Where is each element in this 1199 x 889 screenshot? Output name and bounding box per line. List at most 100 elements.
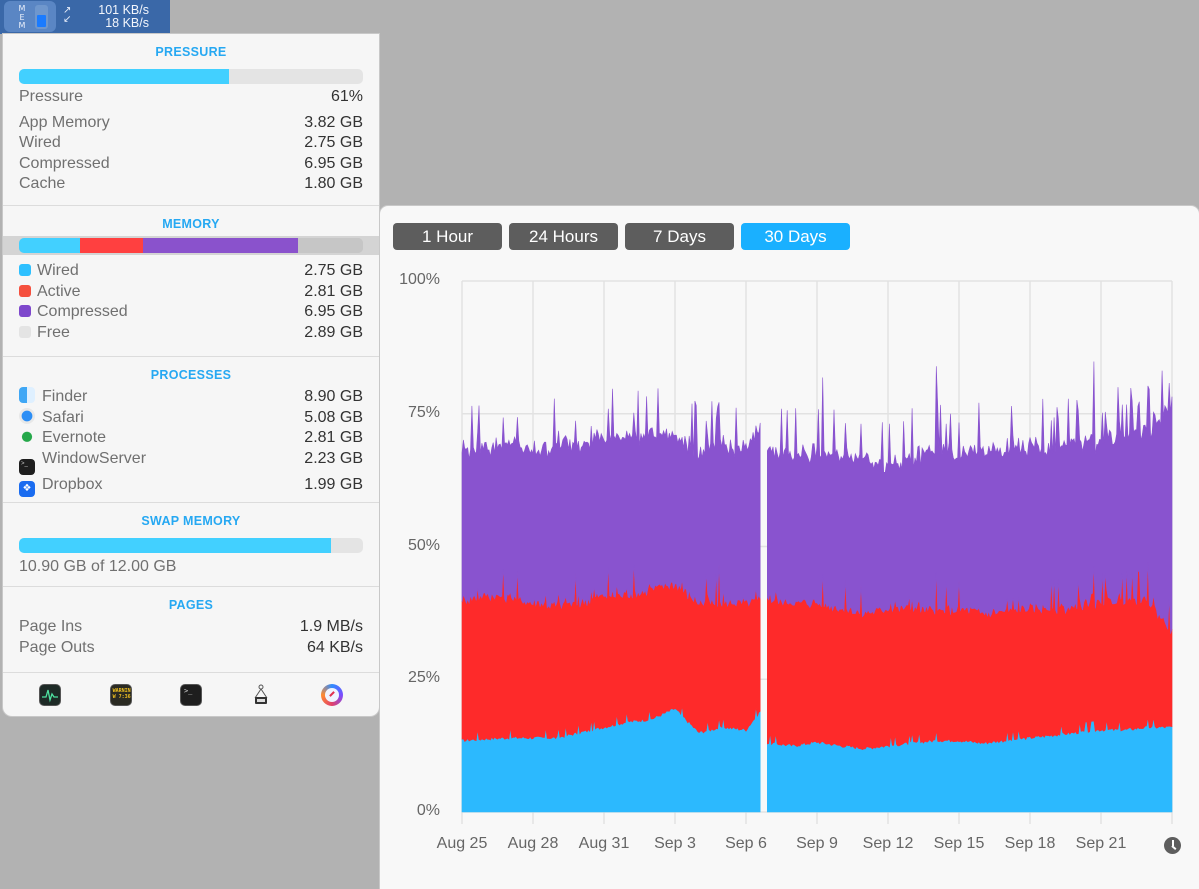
network-arrows-icon: ↗ ↙	[63, 5, 72, 25]
download-rate: 18 KB/s	[105, 15, 149, 30]
memory-dropdown-panel: PRESSURE Pressure 61% App Memory 3.82 GB W…	[3, 34, 379, 716]
clock-icon[interactable]	[1164, 837, 1181, 854]
pressure-detail-row: App Memory 3.82 GB	[19, 113, 363, 134]
y-tick-label: 75%	[407, 403, 440, 421]
pages-page-ins-row: Page Ins 1.9 MB/s	[19, 617, 363, 638]
x-tick-label: Aug 31	[578, 835, 630, 852]
memory-wired-value: 2.75 GB	[304, 262, 363, 279]
pressure-detail-label-text: Cache	[19, 175, 66, 192]
memory-title: MEMORY	[162, 217, 220, 231]
processes-title: PROCESSES	[150, 368, 232, 382]
memory-free-value: 2.89 GB	[304, 323, 363, 341]
process-dropbox-label: ❖ Dropbox	[19, 475, 102, 497]
pages-page-outs-row: Page Outs 64 KB/s	[19, 638, 363, 659]
istat-menus-icon[interactable]	[320, 684, 343, 706]
pages-page-outs-label-text: Page Outs	[19, 638, 95, 656]
process-windowserver-label-text: WindowServer	[42, 449, 147, 467]
pressure-label: Pressure	[19, 88, 84, 105]
x-tick-label: Sep 9	[796, 835, 838, 852]
pressure-bar	[19, 69, 363, 84]
activity-monitor-icon[interactable]	[39, 684, 62, 706]
legend-swatch-free	[19, 325, 31, 338]
process-safari-label-text: Safari	[42, 408, 84, 426]
pressure-value: 61%	[330, 88, 363, 105]
process-evernote-label-text: Evernote	[42, 429, 107, 446]
memory-free-label: Free	[19, 323, 70, 344]
process-windowserver-label: >_ WindowServer	[19, 449, 146, 475]
x-tick-label: Sep 18	[1004, 835, 1056, 852]
x-tick-label: Sep 21	[1075, 835, 1127, 852]
pages-page-ins-label: Page Ins	[19, 617, 82, 638]
pages-page-ins-value: 1.9 MB/s	[299, 618, 363, 635]
process-finder-row[interactable]: Finder 8.90 GB	[19, 387, 363, 408]
memory-compressed-row: Compressed 6.95 GB	[19, 302, 363, 323]
system-information-icon[interactable]	[250, 684, 272, 706]
process-dropbox-label-text: Dropbox	[42, 475, 103, 493]
memory-gauge	[35, 5, 48, 29]
y-tick-label: 100%	[399, 271, 440, 288]
memory-active-value: 2.81 GB	[304, 282, 363, 300]
finder-icon	[19, 387, 35, 403]
terminal-icon[interactable]: >_	[179, 684, 202, 706]
pressure-detail-label-text: Wired	[19, 134, 61, 151]
memory-bar-wrap	[3, 236, 379, 255]
memory-compressed-label-text: Compressed	[37, 303, 128, 320]
pressure-detail-label: Cache	[19, 174, 65, 195]
swap-bar-fill	[19, 538, 332, 553]
memory-free-label-text: Free	[37, 323, 70, 341]
mem-label: MEM	[18, 4, 26, 30]
y-tick-label: 0%	[416, 802, 440, 819]
pages-page-ins-label-text: Page Ins	[19, 618, 83, 635]
process-finder-label-text: Finder	[42, 388, 88, 405]
memory-gauge-fill	[37, 14, 46, 27]
pressure-detail-label: App Memory	[19, 113, 110, 134]
memory-compressed-value: 6.95 GB	[304, 303, 363, 320]
memory-history-chart	[461, 280, 1173, 824]
x-tick-label: Sep 6	[725, 835, 767, 852]
pressure-detail-value: 1.80 GB	[304, 175, 363, 192]
memory-menu-extra[interactable]: MEM	[4, 1, 56, 32]
memory-active-row: Active 2.81 GB	[19, 282, 363, 303]
pressure-detail-row: Wired 2.75 GB	[19, 133, 363, 154]
upload-rate: 101 KB/s	[98, 3, 149, 17]
console-icon[interactable]: WARNIN W 7:36	[109, 684, 132, 706]
legend-swatch-wired	[19, 264, 31, 276]
process-dropbox-value: 1.99 GB	[304, 475, 363, 493]
swap-usage-row: 10.90 GB of 12.00 GB	[19, 557, 363, 578]
pressure-section: PRESSURE Pressure 61% App Memory 3.82 GB W…	[3, 34, 379, 206]
process-finder-value: 8.90 GB	[304, 388, 363, 405]
area-compressed-part-1	[461, 388, 761, 610]
memory-section: MEMORY Wired 2.75 GB Active 2.81 GB Compress…	[3, 206, 379, 357]
pages-title: PAGES	[168, 598, 214, 612]
process-safari-value: 5.08 GB	[304, 408, 363, 426]
process-evernote-row[interactable]: Evernote 2.81 GB	[19, 428, 363, 449]
pages-section: PAGES Page Ins 1.9 MB/s Page Outs 64 KB/s	[3, 587, 379, 673]
pressure-detail-label-text: Compressed	[19, 154, 110, 172]
pressure-detail-value: 6.95 GB	[304, 154, 363, 172]
swap-usage-text: 10.90 GB of 12.00 GB	[19, 558, 177, 575]
memory-bar-segment-wired	[19, 238, 81, 253]
x-tick-label: Aug 25	[436, 835, 488, 852]
network-rates[interactable]: 101 KB/s 18 KB/s	[98, 4, 149, 29]
pressure-detail-value: 2.75 GB	[304, 134, 363, 151]
memory-free-row: Free 2.89 GB	[19, 323, 363, 344]
memory-bar-segment-active	[80, 238, 144, 253]
memory-active-label-text: Active	[37, 282, 81, 300]
pressure-title: PRESSURE	[155, 45, 227, 59]
x-tick-label: Sep 12	[862, 835, 914, 852]
pressure-detail-label-text: App Memory	[19, 113, 110, 131]
process-dropbox-row[interactable]: ❖ Dropbox 1.99 GB	[19, 475, 363, 497]
swap-section: SWAP MEMORY 10.90 GB of 12.00 GB	[3, 503, 379, 587]
process-safari-row[interactable]: Safari 5.08 GB	[19, 407, 363, 429]
memory-wired-label-text: Wired	[37, 262, 79, 279]
terminal-icon: >_	[19, 458, 35, 475]
memory-bar-segment-compressed	[143, 238, 299, 253]
process-windowserver-row[interactable]: >_ WindowServer 2.23 GB	[19, 449, 363, 475]
process-windowserver-value: 2.23 GB	[304, 449, 363, 467]
y-tick-label: 50%	[407, 536, 440, 554]
menubar-memory-item[interactable]: MEM ↗ ↙ 101 KB/s 18 KB/s	[0, 0, 170, 34]
memory-wired-label: Wired	[19, 261, 79, 282]
dropbox-icon: ❖	[19, 480, 35, 497]
x-tick-label: Aug 28	[507, 835, 559, 852]
pressure-row: Pressure 61%	[19, 87, 363, 108]
